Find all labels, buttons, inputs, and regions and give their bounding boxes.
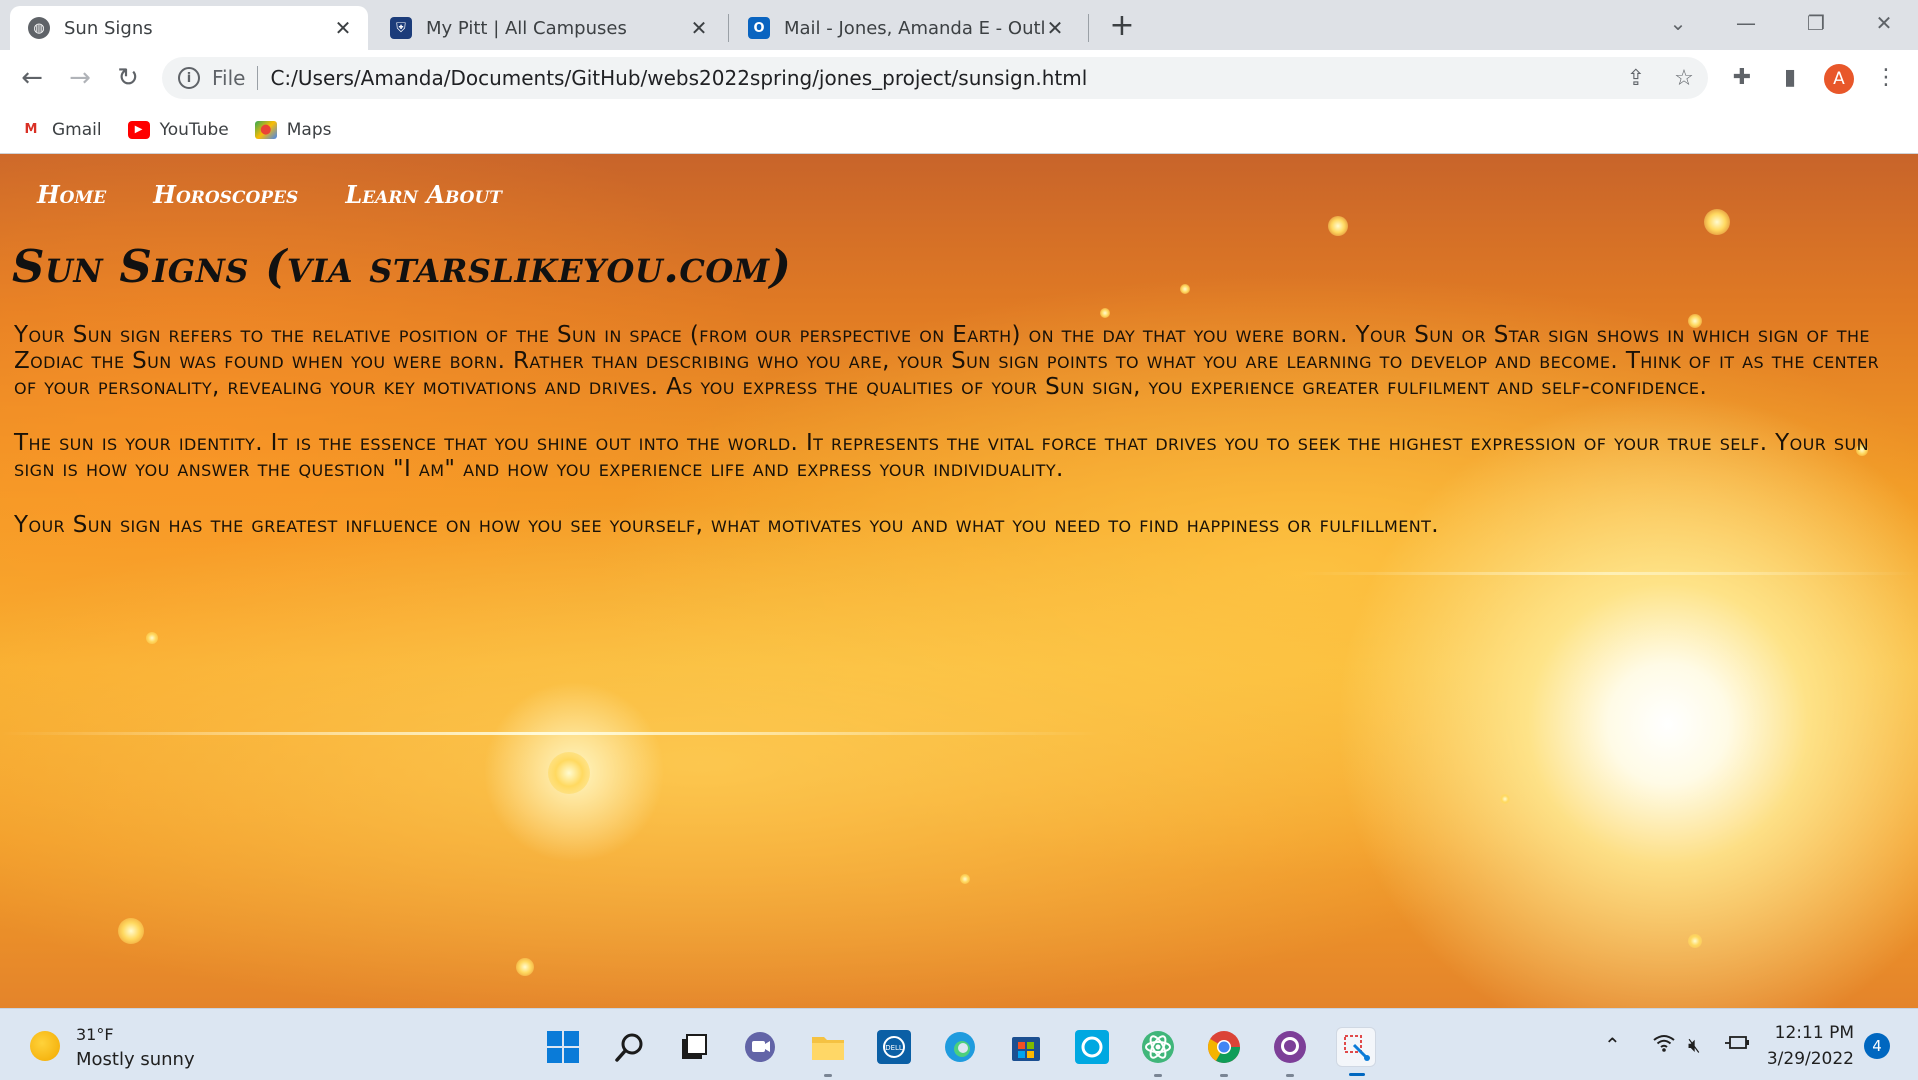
sparkle: [516, 958, 534, 976]
lens-flare: [0, 732, 1100, 735]
bookmark-label: Maps: [286, 119, 332, 140]
close-tab-icon[interactable]: ✕: [1044, 16, 1066, 40]
sparkle: [548, 752, 590, 794]
sparkle: [1500, 794, 1510, 804]
url-text[interactable]: C:/Users/Amanda/Documents/GitHub/webs202…: [270, 66, 1612, 90]
side-panel-icon[interactable]: ▮: [1774, 62, 1806, 94]
clock-date: 3/29/2022: [1766, 1049, 1854, 1069]
sparkle: [146, 632, 158, 644]
youtube-icon: ▶: [127, 120, 150, 139]
show-hidden-icons-chevron-icon[interactable]: ⌃: [1604, 1033, 1621, 1057]
close-tab-icon[interactable]: ✕: [332, 16, 354, 40]
tab-title: Sun Signs: [64, 17, 153, 39]
weather-temp: 31°F: [76, 1025, 114, 1044]
site-info-icon[interactable]: i: [178, 67, 200, 89]
tab-title: My Pitt | All Campuses: [426, 17, 627, 39]
alexa-icon[interactable]: [1072, 1027, 1112, 1067]
paragraph: Your Sun sign has the greatest influence…: [14, 512, 1439, 538]
back-button[interactable]: ←: [14, 60, 50, 96]
url-scheme: File: [212, 66, 246, 90]
sparkle: [118, 918, 144, 944]
speaker-muted-icon[interactable]: 🔇︎: [1688, 1033, 1701, 1057]
notification-badge[interactable]: 4: [1864, 1033, 1890, 1059]
globe-icon: ◍: [28, 17, 50, 39]
reload-button[interactable]: ↻: [110, 60, 146, 96]
paragraph: Your Sun sign refers to the relative pos…: [14, 322, 1880, 400]
restore-button[interactable]: ❐: [1794, 6, 1838, 40]
search-icon[interactable]: [610, 1027, 650, 1067]
svg-text:DELL: DELL: [885, 1044, 903, 1052]
profile-avatar[interactable]: A: [1824, 64, 1854, 94]
start-button[interactable]: [543, 1027, 583, 1067]
page-viewport: Home Horoscopes Learn About Sun Signs (v…: [0, 154, 1918, 1008]
bookmark-youtube[interactable]: ▶ YouTube: [127, 119, 229, 140]
pitt-crest-icon: ⛨: [390, 17, 412, 39]
sparkle: [1688, 934, 1702, 948]
task-view-icon[interactable]: [674, 1027, 714, 1067]
lens-flare: [1300, 572, 1918, 575]
clock-time: 12:11 PM: [1774, 1023, 1854, 1043]
microsoft-store-icon[interactable]: [1006, 1027, 1046, 1067]
share-icon[interactable]: ⇪: [1612, 66, 1660, 91]
tab-strip: ◍ Sun Signs ✕ ⛨ My Pitt | All Campuses ✕…: [0, 0, 1918, 50]
snipping-tool-icon[interactable]: [1336, 1027, 1376, 1076]
chrome-icon[interactable]: [1204, 1027, 1244, 1077]
outlook-icon: O: [748, 17, 770, 39]
sun-cloud-icon: [30, 1031, 60, 1061]
bookmark-gmail[interactable]: M Gmail: [20, 120, 102, 140]
weather-desc: Mostly sunny: [76, 1049, 195, 1070]
browser-toolbar: ← → ↻ i File C:/Users/Amanda/Documents/G…: [0, 50, 1918, 106]
paragraph: The sun is your identity. It is the esse…: [14, 430, 1869, 482]
page-title: Sun Signs (via starslikeyou.com): [12, 240, 792, 293]
tab-my-pitt[interactable]: ⛨ My Pitt | All Campuses ✕: [372, 6, 724, 50]
running-indicator: [1349, 1073, 1365, 1076]
sparkle: [1328, 216, 1348, 236]
dell-icon[interactable]: DELL: [874, 1027, 914, 1067]
wifi-icon[interactable]: [1652, 1033, 1676, 1058]
close-window-button[interactable]: ✕: [1862, 6, 1906, 40]
bookmark-label: Gmail: [52, 119, 102, 140]
atom-editor-icon[interactable]: [1138, 1027, 1178, 1077]
nav-link-learn-about[interactable]: Learn About: [345, 180, 502, 209]
github-desktop-icon[interactable]: [1270, 1027, 1310, 1077]
forward-button[interactable]: →: [62, 60, 98, 96]
file-explorer-icon[interactable]: [808, 1027, 848, 1077]
running-indicator: [1154, 1074, 1162, 1077]
sparkle: [1704, 209, 1730, 235]
maps-icon: ●: [254, 120, 277, 139]
tab-separator: [728, 14, 729, 42]
nav-link-horoscopes[interactable]: Horoscopes: [153, 180, 298, 209]
minimize-button[interactable]: —: [1724, 6, 1768, 40]
menu-kebab-icon[interactable]: ⋮: [1870, 62, 1902, 94]
address-bar[interactable]: i File C:/Users/Amanda/Documents/GitHub/…: [162, 57, 1708, 99]
scheme-divider: [257, 66, 259, 90]
sparkle: [1100, 308, 1110, 318]
sparkle: [960, 874, 970, 884]
tab-separator: [1088, 14, 1089, 42]
tab-sun-signs[interactable]: ◍ Sun Signs ✕: [10, 6, 368, 50]
nav-link-home[interactable]: Home: [37, 180, 106, 209]
new-tab-button[interactable]: +: [1106, 10, 1138, 42]
tab-title: Mail - Jones, Amanda E - Outlook: [784, 17, 1044, 39]
running-indicator: [824, 1074, 832, 1077]
edge-icon[interactable]: [940, 1027, 980, 1067]
bookmarks-bar: M Gmail ▶ YouTube ● Maps: [0, 106, 1918, 154]
bookmark-star-icon[interactable]: ☆: [1660, 66, 1708, 91]
taskbar: 31°F Mostly sunny DELL ⌃ 🔇︎ 12:11 PM 3/2…: [0, 1008, 1918, 1080]
running-indicator: [1286, 1074, 1294, 1077]
tab-outlook-mail[interactable]: O Mail - Jones, Amanda E - Outlook ✕: [730, 6, 1080, 50]
bookmark-label: YouTube: [159, 119, 229, 140]
article-body: Your Sun sign refers to the relative pos…: [14, 322, 1909, 568]
extensions-puzzle-icon[interactable]: ✚: [1726, 62, 1758, 94]
tab-search-chevron-icon[interactable]: ⌄: [1656, 6, 1700, 40]
bookmark-maps[interactable]: ● Maps: [254, 119, 332, 140]
battery-icon[interactable]: [1724, 1033, 1750, 1057]
gmail-icon: M: [24, 122, 38, 137]
teams-chat-icon[interactable]: [740, 1027, 780, 1067]
close-tab-icon[interactable]: ✕: [688, 16, 710, 40]
site-nav: Home Horoscopes Learn About: [37, 180, 549, 209]
running-indicator: [1220, 1074, 1228, 1077]
sparkle: [1180, 284, 1190, 294]
